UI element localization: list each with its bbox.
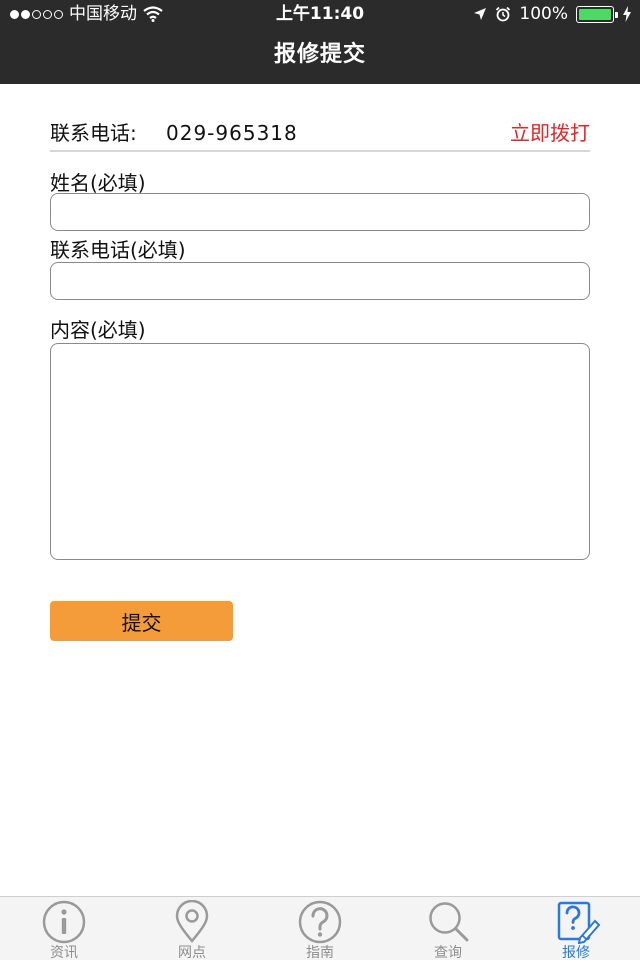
name-label: 姓名(必填) — [50, 171, 146, 195]
question-icon — [298, 900, 342, 944]
status-right: 100% — [473, 0, 632, 28]
tab-repair[interactable]: 报修 — [512, 897, 640, 960]
contact-phone-label: 联系电话: — [50, 121, 137, 145]
repair-edit-icon — [557, 901, 600, 944]
charging-bolt-icon — [623, 6, 631, 22]
tab-search[interactable]: 查询 — [384, 897, 512, 960]
search-icon — [429, 902, 469, 942]
tab-label: 资讯 — [50, 945, 78, 960]
tab-label: 网点 — [178, 945, 206, 960]
battery-icon — [576, 5, 618, 23]
contact-phone-number: 029-965318 — [166, 121, 298, 145]
app-header: 中国移动 上午11:40 100% 报修提交 — [0, 0, 640, 84]
status-bar: 中国移动 上午11:40 100% — [0, 0, 640, 28]
location-arrow-icon — [474, 8, 487, 20]
tab-bar: 资讯 网点 指南 查询 报修 — [0, 896, 640, 960]
content-textarea[interactable] — [50, 343, 590, 560]
tab-label: 报修 — [562, 945, 590, 960]
submit-button[interactable]: 提交 — [50, 601, 233, 641]
battery-percent: 100% — [519, 4, 568, 24]
tab-news[interactable]: 资讯 — [0, 897, 128, 960]
phone-label: 联系电话(必填) — [50, 238, 186, 262]
alarm-clock-icon — [496, 6, 511, 22]
name-input[interactable] — [50, 193, 590, 231]
call-now-link[interactable]: 立即拨打 — [510, 118, 590, 148]
phone-input[interactable] — [50, 262, 590, 300]
content-label: 内容(必填) — [50, 318, 146, 342]
tab-label: 指南 — [306, 945, 334, 960]
contact-phone-row: 联系电话: 029-965318 立即拨打 — [50, 118, 590, 152]
page-title: 报修提交 — [273, 42, 366, 67]
tab-label: 查询 — [434, 945, 462, 960]
location-pin-icon — [175, 900, 209, 943]
tab-branches[interactable]: 网点 — [128, 897, 256, 960]
tab-guide[interactable]: 指南 — [256, 897, 384, 960]
info-icon — [42, 900, 86, 944]
